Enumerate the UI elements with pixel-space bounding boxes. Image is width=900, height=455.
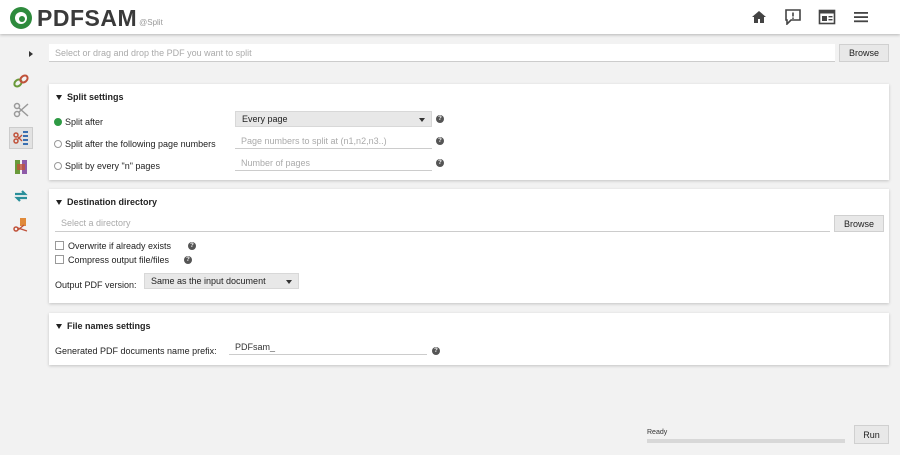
pdf-input-row: Browse bbox=[49, 44, 889, 62]
dashboard-icon[interactable] bbox=[818, 9, 836, 25]
split-after-select[interactable]: Every page bbox=[235, 111, 432, 127]
browse-pdf-button[interactable]: Browse bbox=[839, 44, 889, 62]
split-after-select-value: Every page bbox=[242, 114, 288, 124]
run-button[interactable]: Run bbox=[854, 425, 889, 444]
page-numbers-input[interactable] bbox=[235, 133, 432, 149]
collapse-triangle-icon bbox=[56, 199, 62, 205]
chevron-down-icon bbox=[286, 280, 292, 284]
panel-title: Split settings bbox=[67, 92, 124, 102]
overwrite-checkbox[interactable] bbox=[55, 241, 64, 250]
logo-text: PDFSAM bbox=[37, 5, 138, 31]
panel-title: File names settings bbox=[67, 321, 151, 331]
rotate-icon[interactable] bbox=[9, 185, 33, 207]
destination-header[interactable]: Destination directory bbox=[56, 197, 157, 207]
help-icon[interactable]: ? bbox=[184, 256, 192, 264]
pdf-version-value: Same as the input document bbox=[151, 276, 266, 286]
split-settings-panel: Split settings Split after Every page ? … bbox=[49, 84, 889, 180]
alternate-mix-icon[interactable] bbox=[9, 156, 33, 178]
n-pages-input[interactable] bbox=[235, 155, 432, 171]
split-after-label: Split after bbox=[65, 117, 104, 127]
split-after-radio[interactable] bbox=[54, 118, 62, 126]
menu-icon[interactable] bbox=[852, 9, 870, 25]
prefix-input[interactable] bbox=[229, 340, 427, 355]
home-icon[interactable] bbox=[750, 9, 768, 25]
browse-directory-button[interactable]: Browse bbox=[834, 215, 884, 232]
news-icon[interactable] bbox=[784, 9, 802, 25]
collapse-triangle-icon bbox=[56, 94, 62, 100]
chevron-down-icon bbox=[419, 118, 425, 122]
top-bar: PDFSAM @Split bbox=[0, 0, 900, 34]
progress-bar bbox=[647, 439, 845, 443]
help-icon[interactable]: ? bbox=[432, 347, 440, 355]
split-page-numbers-label: Split after the following page numbers bbox=[65, 139, 216, 149]
logo-subtitle: @Split bbox=[139, 18, 163, 27]
help-icon[interactable]: ? bbox=[436, 159, 444, 167]
help-icon[interactable]: ? bbox=[436, 115, 444, 123]
split-page-numbers-radio[interactable] bbox=[54, 140, 62, 148]
split-n-pages-radio[interactable] bbox=[54, 162, 62, 170]
help-icon[interactable]: ? bbox=[436, 137, 444, 145]
sidebar bbox=[0, 34, 40, 455]
prefix-label: Generated PDF documents name prefix: bbox=[55, 346, 217, 356]
destination-panel: Destination directory Browse Overwrite i… bbox=[49, 189, 889, 303]
pdf-version-label: Output PDF version: bbox=[55, 280, 137, 290]
app-logo: PDFSAM @Split bbox=[10, 6, 163, 30]
compress-label: Compress output file/files bbox=[68, 255, 170, 265]
split-n-pages-label: Split by every "n" pages bbox=[65, 161, 160, 171]
pdf-version-select[interactable]: Same as the input document bbox=[144, 273, 299, 289]
pdfsam-logo-icon bbox=[10, 7, 32, 29]
extract-icon[interactable] bbox=[9, 214, 33, 236]
help-icon[interactable]: ? bbox=[188, 242, 196, 250]
overwrite-label: Overwrite if already exists bbox=[68, 241, 172, 251]
split-settings-header[interactable]: Split settings bbox=[56, 92, 124, 102]
split-icon[interactable] bbox=[9, 99, 33, 121]
status-text: Ready bbox=[647, 429, 668, 436]
collapse-triangle-icon bbox=[56, 323, 62, 329]
panel-title: Destination directory bbox=[67, 197, 158, 207]
destination-directory-input[interactable] bbox=[55, 215, 830, 232]
sidebar-expand-icon[interactable] bbox=[29, 51, 33, 57]
pdf-file-input[interactable] bbox=[49, 44, 835, 62]
file-names-header[interactable]: File names settings bbox=[56, 321, 151, 331]
merge-icon[interactable] bbox=[9, 70, 33, 92]
split-by-bookmarks-icon[interactable] bbox=[9, 127, 33, 149]
compress-checkbox[interactable] bbox=[55, 255, 64, 264]
file-names-panel: File names settings Generated PDF docume… bbox=[49, 313, 889, 365]
